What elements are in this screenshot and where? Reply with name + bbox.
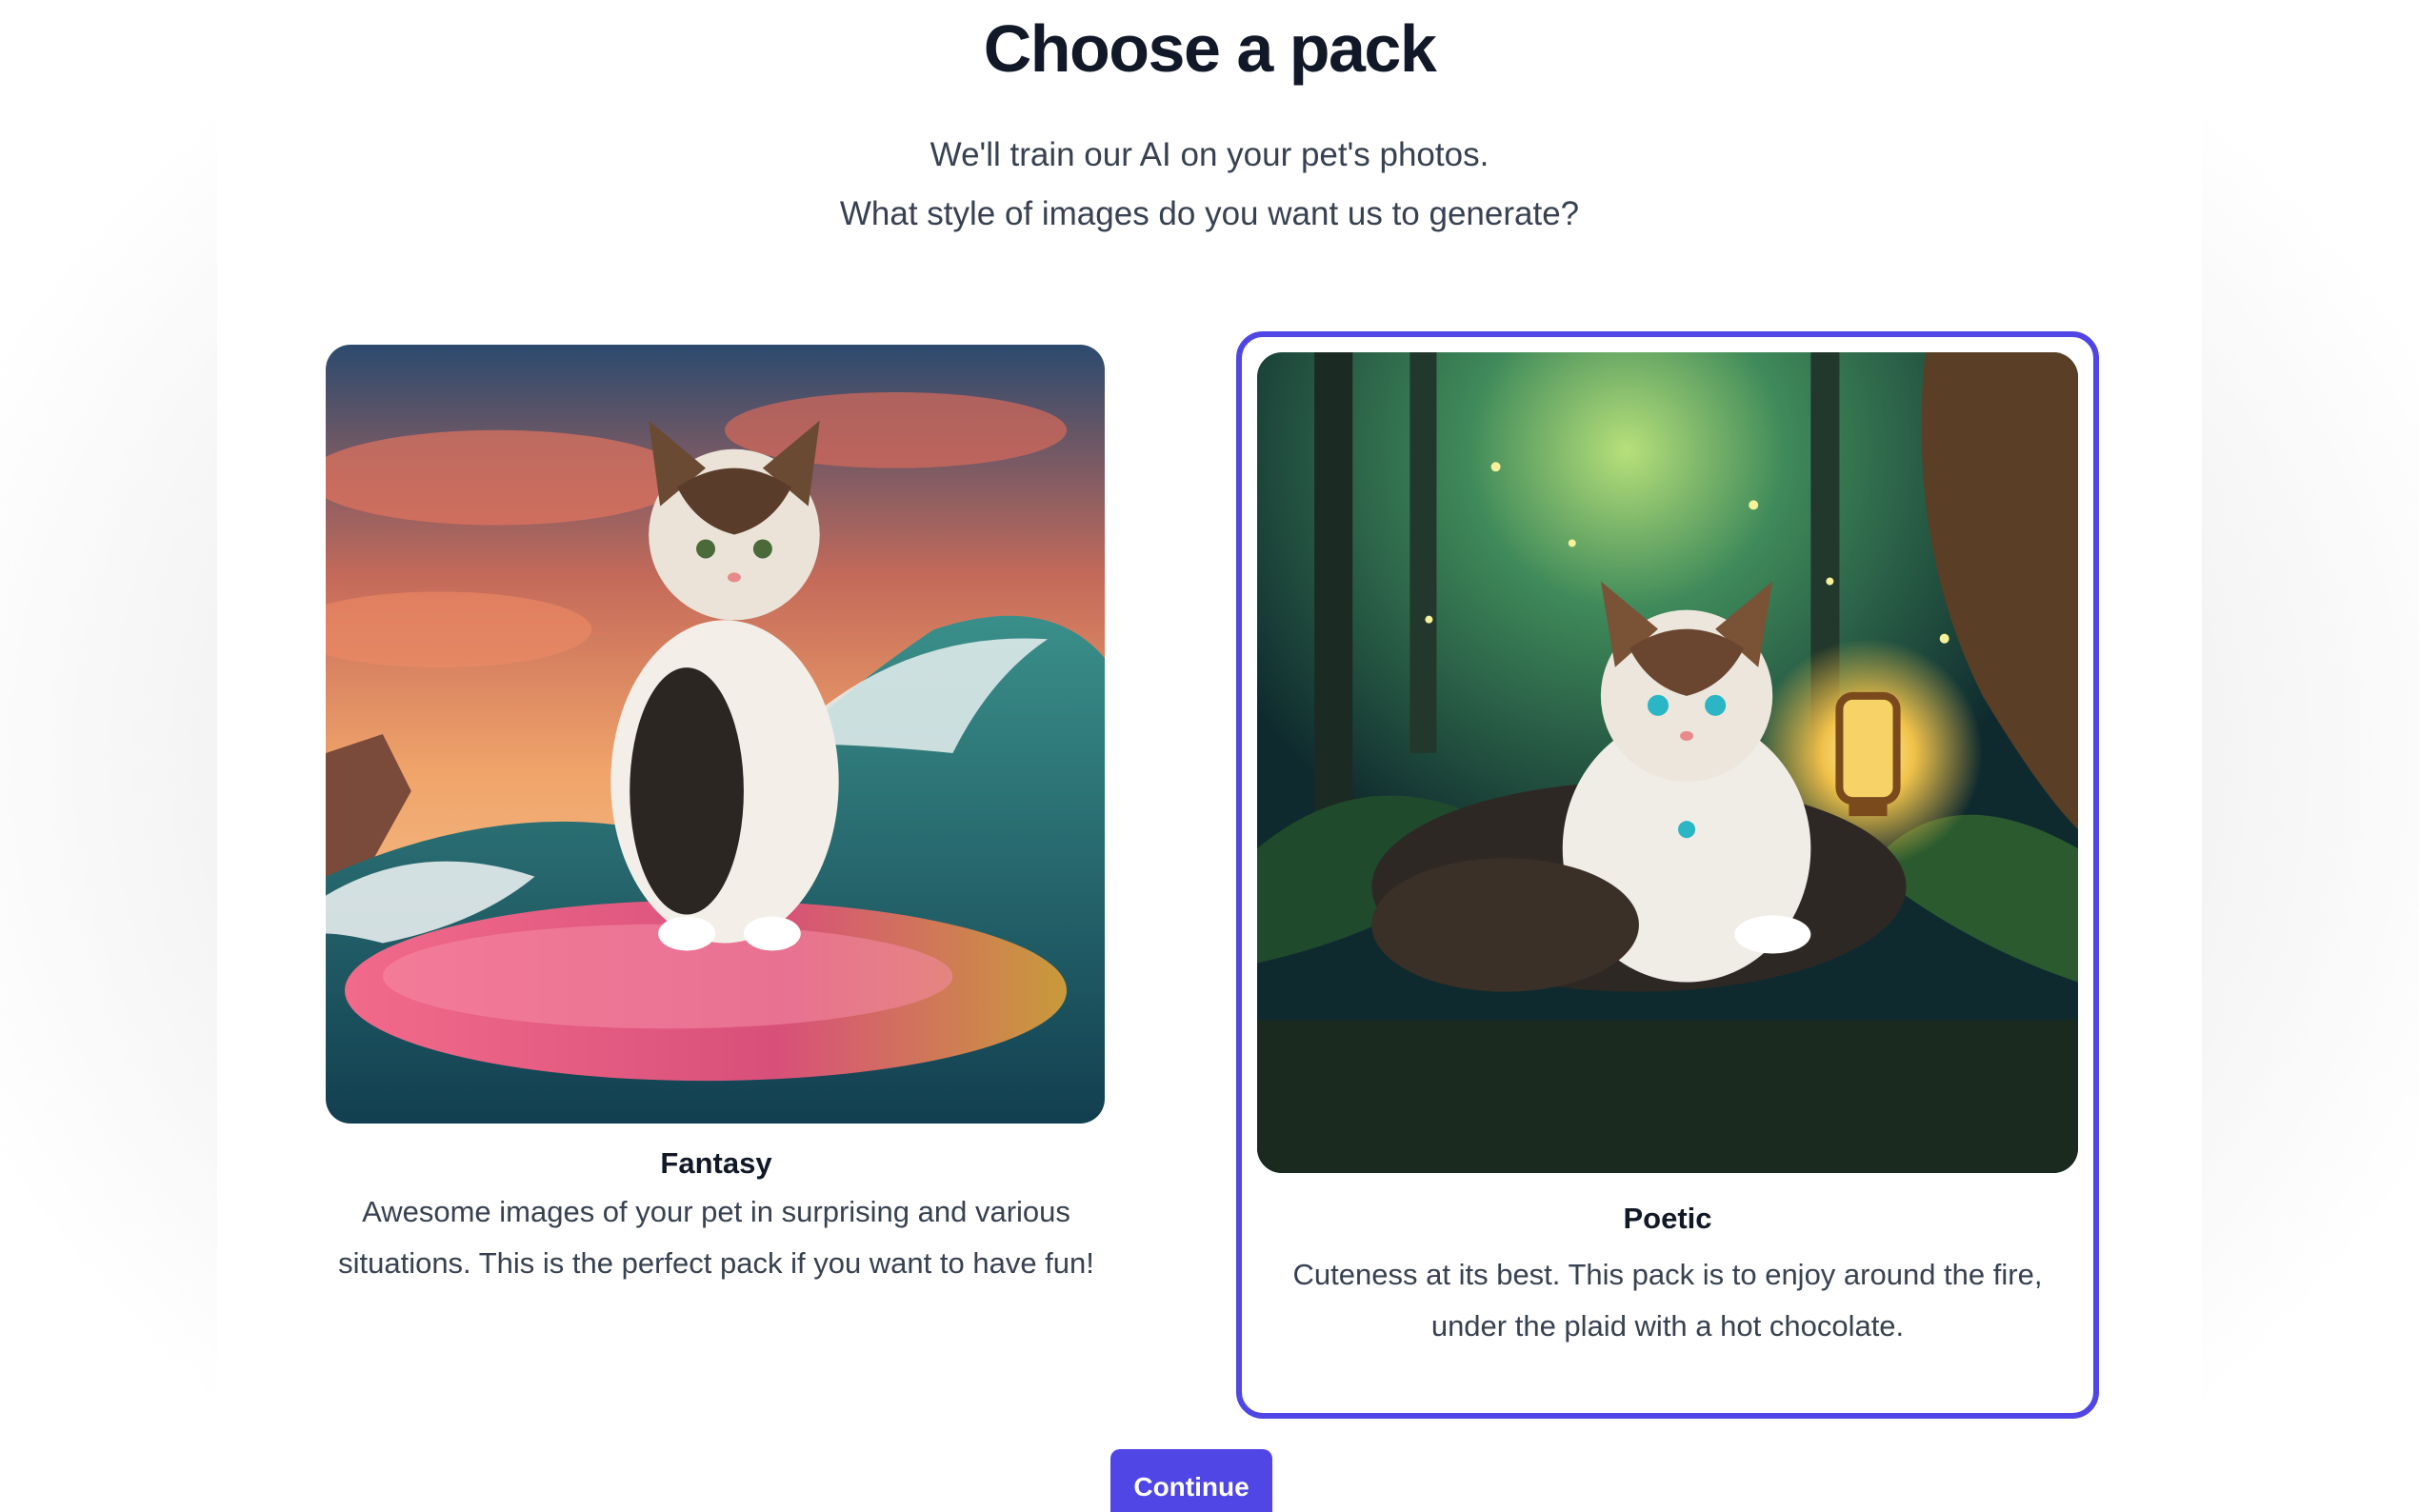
pack-title-fantasy: Fantasy <box>660 1146 772 1180</box>
page-subtitle-line-2: What style of images do you want us to g… <box>839 195 1580 232</box>
pack-card-fantasy[interactable]: Fantasy Awesome images of your pet in su… <box>326 345 1107 1354</box>
fantasy-pack-image <box>326 345 1105 1124</box>
page-title: Choose a pack <box>983 11 1437 86</box>
pack-description-fantasy: Awesome images of your pet in surprising… <box>338 1195 1094 1280</box>
pack-selection-page: Choose a pack We'll train our AI on your… <box>217 0 2202 1512</box>
pack-description-poetic: Cuteness at its best. This pack is to en… <box>1292 1258 2043 1343</box>
pack-title-poetic: Poetic <box>1623 1202 1712 1235</box>
page-subtitle-line-1: We'll train our AI on your pet's photos. <box>930 136 1489 173</box>
pack-card-poetic[interactable]: Poetic Cuteness at its best. This pack i… <box>1236 331 2099 1419</box>
poetic-pack-image <box>1257 352 2078 1173</box>
continue-button[interactable]: Continue <box>1110 1449 1272 1512</box>
